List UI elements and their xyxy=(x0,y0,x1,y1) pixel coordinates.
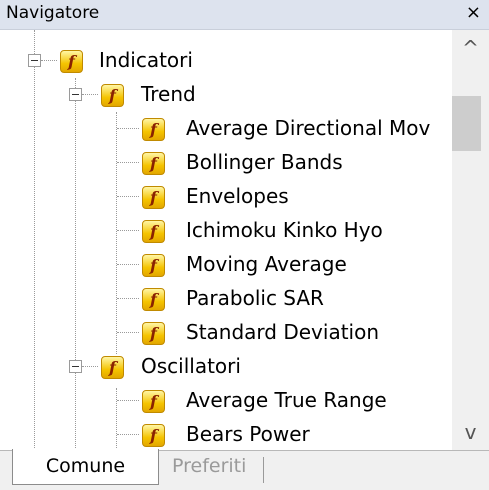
tree-item-bears-power[interactable]: f Bears Power xyxy=(0,418,452,450)
tree-item-label: Ichimoku Kinko Hyo xyxy=(186,218,383,242)
navigator-tree[interactable]: f Indicatori f Trend f Average Direction… xyxy=(0,30,452,450)
tree-node-label: Indicatori xyxy=(99,48,193,72)
tree-node-oscillatori[interactable]: f Oscillatori xyxy=(0,350,452,384)
tree-item-average-true-range[interactable]: f Average True Range xyxy=(0,384,452,418)
tree-line xyxy=(82,94,98,95)
indicator-icon: f xyxy=(142,390,165,413)
tree-item-label: Average True Range xyxy=(186,388,387,412)
tree-item-label: Envelopes xyxy=(186,184,289,208)
tree-item-standard-deviation[interactable]: f Standard Deviation xyxy=(0,316,452,350)
tree-item-label: Bollinger Bands xyxy=(186,150,343,174)
tree-item-moving-average[interactable]: f Moving Average xyxy=(0,248,452,282)
tree-item-envelopes[interactable]: f Envelopes xyxy=(0,180,452,214)
tree-item-label: Parabolic SAR xyxy=(186,286,324,310)
tree-line xyxy=(117,128,139,129)
indicator-icon: f xyxy=(142,220,165,243)
indicator-icon: f xyxy=(142,152,165,175)
scroll-thumb[interactable] xyxy=(452,96,481,151)
tab-preferiti[interactable]: Preferiti xyxy=(172,455,246,477)
tree-item-label: Standard Deviation xyxy=(186,320,380,344)
tree-line xyxy=(117,162,139,163)
tree-line xyxy=(117,298,139,299)
tree-node-trend[interactable]: f Trend xyxy=(0,78,452,112)
tab-comune[interactable]: Comune xyxy=(12,449,159,485)
scroll-up-arrow-icon[interactable]: ^ xyxy=(452,30,489,66)
tree-line xyxy=(117,332,139,333)
function-folder-icon: f xyxy=(101,356,124,379)
tab-separator xyxy=(263,457,264,483)
tree-item-label: Average Directional Mov xyxy=(186,116,431,140)
indicator-icon: f xyxy=(142,424,165,447)
indicator-icon: f xyxy=(142,288,165,311)
indicator-icon: f xyxy=(142,118,165,141)
tree-line xyxy=(117,400,139,401)
close-button[interactable]: × xyxy=(466,2,481,23)
function-folder-icon: f xyxy=(101,84,124,107)
tree-line xyxy=(117,196,139,197)
collapse-toggle[interactable] xyxy=(69,88,82,101)
tree-item-average-directional-movement[interactable]: f Average Directional Mov xyxy=(0,112,452,146)
vertical-scrollbar[interactable]: ^ v xyxy=(452,30,489,450)
tree-item-label: Moving Average xyxy=(186,252,347,276)
function-folder-icon: f xyxy=(60,50,83,73)
tree-item-label: Bears Power xyxy=(186,422,310,446)
indicator-icon: f xyxy=(142,186,165,209)
indicator-icon: f xyxy=(142,322,165,345)
collapse-toggle[interactable] xyxy=(69,360,82,373)
title-bar: Navigatore × xyxy=(0,0,489,30)
tree-line xyxy=(82,366,98,367)
tree-item-bollinger-bands[interactable]: f Bollinger Bands xyxy=(0,146,452,180)
tree-line xyxy=(117,264,139,265)
tree-node-indicatori[interactable]: f Indicatori xyxy=(0,44,452,78)
tree-node-label: Trend xyxy=(141,82,196,106)
scroll-down-arrow-icon[interactable]: v xyxy=(452,414,489,450)
tree-item-parabolic-sar[interactable]: f Parabolic SAR xyxy=(0,282,452,316)
tree-line xyxy=(117,434,139,435)
tree-node-label: Oscillatori xyxy=(141,354,241,378)
indicator-icon: f xyxy=(142,254,165,277)
tree-line xyxy=(117,230,139,231)
window-title: Navigatore xyxy=(6,3,100,23)
tree-line xyxy=(41,60,57,61)
tree-item-ichimoku-kinko-hyo[interactable]: f Ichimoku Kinko Hyo xyxy=(0,214,452,248)
collapse-toggle[interactable] xyxy=(28,54,41,67)
tab-bar: Comune Preferiti xyxy=(0,449,489,490)
